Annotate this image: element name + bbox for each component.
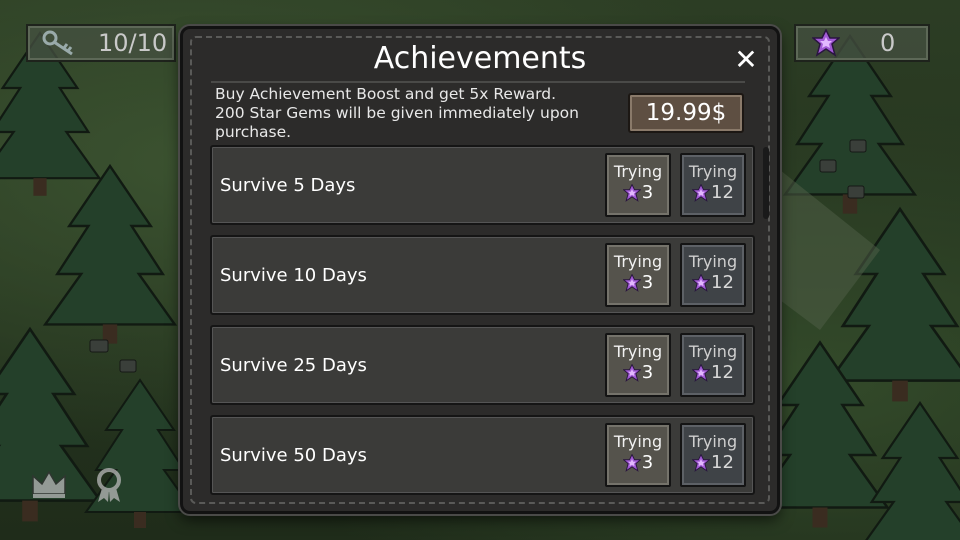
normal-reward-button[interactable]: Trying 3 bbox=[605, 153, 671, 217]
boost-description: Buy Achievement Boost and get 5x Reward.… bbox=[215, 85, 605, 142]
achievements-panel: Achievements ✕ Buy Achievement Boost and… bbox=[180, 26, 780, 514]
panel-title: Achievements bbox=[373, 41, 587, 76]
keys-counter: 10/10 bbox=[26, 24, 176, 62]
star-gem-icon bbox=[692, 273, 711, 292]
reward-amount: 12 bbox=[682, 362, 744, 383]
buy-boost-button[interactable]: 19.99$ bbox=[628, 93, 744, 133]
achievement-label: Survive 10 Days bbox=[220, 264, 367, 286]
ribbon-badge-icon[interactable] bbox=[94, 468, 124, 504]
reward-amount-value: 3 bbox=[641, 362, 654, 383]
reward-amount-value: 12 bbox=[711, 452, 734, 473]
reward-status: Trying bbox=[688, 162, 738, 181]
normal-reward-button[interactable]: Trying 3 bbox=[605, 333, 671, 397]
normal-reward-button[interactable]: Trying 3 bbox=[605, 243, 671, 307]
star-gem-icon bbox=[622, 273, 641, 292]
achievements-list[interactable]: Survive 5 Days Trying 3 Trying 12 Surviv… bbox=[210, 145, 758, 505]
reward-amount: 3 bbox=[607, 272, 669, 293]
star-gem-icon bbox=[692, 363, 711, 382]
achievement-label: Survive 5 Days bbox=[220, 174, 356, 196]
boost-line-2: 200 Star Gems will be given immediately … bbox=[215, 104, 579, 141]
reward-amount-value: 12 bbox=[711, 362, 734, 383]
reward-status: Trying bbox=[613, 162, 663, 181]
close-icon: ✕ bbox=[734, 43, 758, 76]
reward-status: Trying bbox=[688, 342, 738, 361]
reward-amount-value: 3 bbox=[641, 272, 654, 293]
achievement-row: Survive 5 Days Trying 3 Trying 12 bbox=[210, 145, 755, 225]
star-gem-icon bbox=[692, 183, 711, 202]
star-gem-icon bbox=[622, 183, 641, 202]
reward-amount: 12 bbox=[682, 452, 744, 473]
achievement-label: Survive 25 Days bbox=[220, 354, 367, 376]
crown-icon[interactable] bbox=[30, 468, 68, 500]
star-gem-icon bbox=[692, 453, 711, 472]
key-icon bbox=[42, 30, 73, 56]
reward-amount-value: 12 bbox=[711, 272, 734, 293]
reward-status: Trying bbox=[613, 432, 663, 451]
close-button[interactable]: ✕ bbox=[733, 46, 759, 74]
star-gem-icon bbox=[622, 363, 641, 382]
boost-reward-button[interactable]: Trying 12 bbox=[680, 423, 746, 487]
list-scrollbar[interactable] bbox=[763, 147, 769, 219]
boost-reward-button[interactable]: Trying 12 bbox=[680, 153, 746, 217]
reward-status: Trying bbox=[688, 432, 738, 451]
reward-amount-value: 3 bbox=[641, 182, 654, 203]
reward-amount-value: 12 bbox=[711, 182, 734, 203]
achievement-row: Survive 10 Days Trying 3 Trying 12 bbox=[210, 235, 755, 315]
achievement-label: Survive 50 Days bbox=[220, 444, 367, 466]
reward-amount: 3 bbox=[607, 362, 669, 383]
reward-status: Trying bbox=[613, 252, 663, 271]
divider bbox=[211, 81, 745, 83]
reward-status: Trying bbox=[688, 252, 738, 271]
reward-amount: 12 bbox=[682, 182, 744, 203]
reward-amount: 3 bbox=[607, 452, 669, 473]
gems-value: 0 bbox=[880, 29, 896, 57]
boost-reward-button[interactable]: Trying 12 bbox=[680, 333, 746, 397]
boost-line-1: Buy Achievement Boost and get 5x Reward. bbox=[215, 85, 557, 103]
normal-reward-button[interactable]: Trying 3 bbox=[605, 423, 671, 487]
achievement-row: Survive 25 Days Trying 3 Trying 12 bbox=[210, 325, 755, 405]
achievement-row: Survive 50 Days Trying 3 Trying 12 bbox=[210, 415, 755, 495]
reward-amount: 3 bbox=[607, 182, 669, 203]
star-gem-icon bbox=[812, 29, 840, 57]
gems-counter: 0 bbox=[794, 24, 930, 62]
reward-amount: 12 bbox=[682, 272, 744, 293]
keys-value: 10/10 bbox=[98, 29, 168, 57]
boost-reward-button[interactable]: Trying 12 bbox=[680, 243, 746, 307]
reward-amount-value: 3 bbox=[641, 452, 654, 473]
reward-status: Trying bbox=[613, 342, 663, 361]
star-gem-icon bbox=[622, 453, 641, 472]
